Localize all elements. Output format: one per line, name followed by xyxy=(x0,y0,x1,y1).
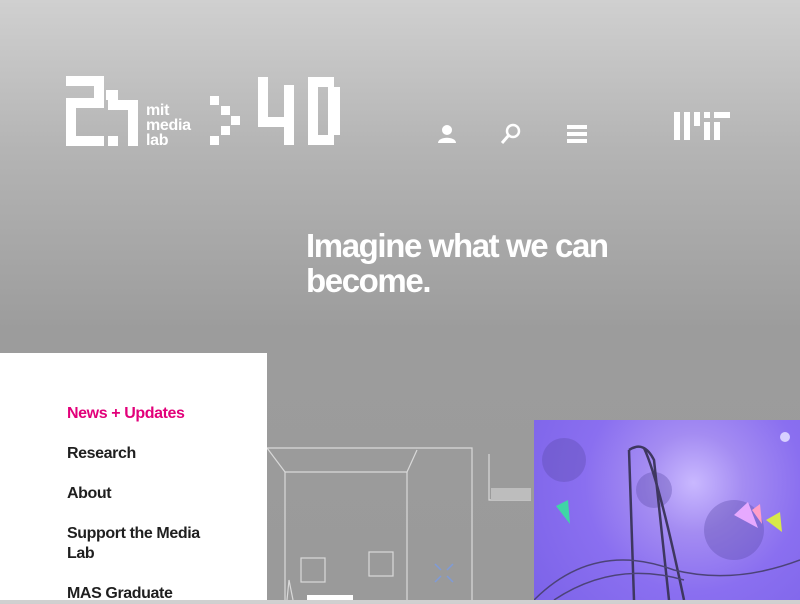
sketch-illustration xyxy=(267,447,531,600)
logo-wordmark: mit media lab xyxy=(146,102,191,149)
menu-item-news-updates[interactable]: News + Updates xyxy=(67,404,227,424)
logo-line-lab: lab xyxy=(146,132,169,149)
menu-item-support[interactable]: Support the Media Lab xyxy=(67,524,227,564)
logo-line-media: media xyxy=(146,117,191,134)
logo-line-mit: mit xyxy=(146,102,170,119)
menu-item-about[interactable]: About xyxy=(67,484,227,504)
hero-headline: Imagine what we can become. xyxy=(306,228,686,298)
chevron-right-icon xyxy=(210,96,240,145)
user-icon[interactable] xyxy=(436,122,460,146)
anniversary-40-mark: 40 xyxy=(258,77,340,145)
mit-logo[interactable] xyxy=(674,112,730,142)
menu-item-mas-graduate[interactable]: MAS Graduate xyxy=(67,584,227,604)
carousel-dot[interactable] xyxy=(780,432,790,442)
media-lab-logo[interactable] xyxy=(66,76,138,148)
search-icon[interactable] xyxy=(500,122,524,146)
menu-icon[interactable] xyxy=(565,122,589,146)
hero-line-2: become. xyxy=(306,262,431,299)
side-menu: News + Updates Research About Support th… xyxy=(0,353,267,602)
photo-sculpture xyxy=(534,438,800,600)
featured-photo[interactable] xyxy=(534,420,800,600)
menu-item-research[interactable]: Research xyxy=(67,444,227,464)
hero-line-1: Imagine what we can xyxy=(306,227,609,264)
